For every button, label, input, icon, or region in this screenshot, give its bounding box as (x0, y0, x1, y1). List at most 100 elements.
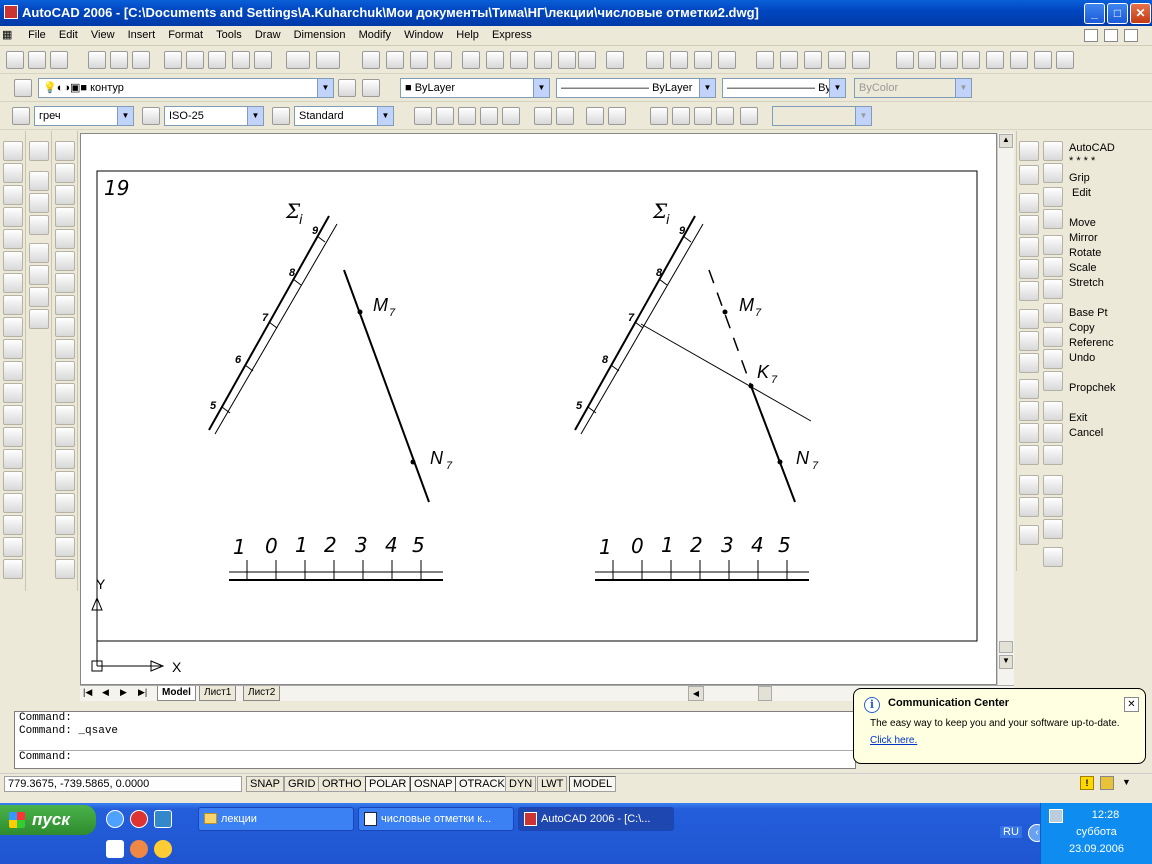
doc-minimize-button[interactable] (1084, 29, 1098, 42)
dim-arc-icon[interactable] (1043, 187, 1063, 207)
gradient-icon[interactable] (3, 471, 23, 491)
menu-file[interactable]: File (23, 26, 51, 45)
menu-modify[interactable]: Modify (354, 26, 396, 45)
justify-text-icon[interactable] (1034, 51, 1052, 69)
tab-last-icon[interactable]: ▶| (138, 687, 147, 698)
tab-first-icon[interactable]: |◀ (83, 687, 92, 698)
arc-icon[interactable] (3, 251, 23, 271)
model-toggle[interactable]: MODEL (569, 776, 617, 792)
dim-text-edit-icon[interactable] (1043, 497, 1063, 517)
maximize-button[interactable]: □ (1107, 3, 1128, 24)
panel-propchek[interactable]: Propchek (1069, 382, 1115, 394)
draworder-icon[interactable] (29, 141, 49, 161)
snap-node-icon[interactable] (1019, 445, 1039, 465)
rotate-icon[interactable] (55, 273, 75, 293)
snap-none-icon[interactable] (1019, 497, 1039, 517)
minimize-button[interactable]: _ (1084, 3, 1105, 24)
doc-restore-button[interactable] (1104, 29, 1118, 42)
cut-icon[interactable] (164, 51, 182, 69)
panel-exit[interactable]: Exit (1069, 412, 1087, 424)
scroll-thumb[interactable] (999, 641, 1013, 653)
construction-line-icon[interactable] (3, 163, 23, 183)
zoom-object-icon[interactable] (502, 107, 520, 125)
panel-referenc[interactable]: Referenc (1069, 337, 1114, 349)
snap-midpoint-icon[interactable] (1019, 215, 1039, 235)
panel-mirror[interactable]: Mirror (1069, 232, 1098, 244)
snap-extension-icon[interactable] (1019, 281, 1039, 301)
table-style-select[interactable]: Standard ▼ (294, 106, 394, 126)
scroll-left-icon[interactable]: ◀ (688, 686, 704, 701)
menu-format[interactable]: Format (163, 26, 208, 45)
osnap-settings-icon[interactable] (1019, 525, 1039, 545)
temp-track-icon[interactable] (1019, 141, 1039, 161)
panel-rotate[interactable]: Rotate (1069, 247, 1101, 259)
stretch-icon[interactable] (55, 317, 75, 337)
task-folder[interactable]: лекции (198, 807, 354, 831)
dim-angular-icon[interactable] (1043, 303, 1063, 323)
snap-perpendicular-icon[interactable] (1019, 379, 1039, 399)
mtext-icon[interactable] (3, 559, 23, 579)
express-icon-1[interactable] (756, 51, 774, 69)
copy-icon[interactable] (186, 51, 204, 69)
panel-scale[interactable]: Scale (1069, 262, 1097, 274)
network-icon[interactable] (1049, 809, 1063, 823)
snap-center-icon[interactable] (1019, 309, 1039, 329)
offset-icon[interactable] (55, 207, 75, 227)
tab-prev-icon[interactable]: ◀ (102, 687, 109, 698)
menu-tools[interactable]: Tools (211, 26, 247, 45)
warning-icon[interactable]: ! (1080, 776, 1094, 790)
properties-edit-icon-6[interactable] (29, 287, 49, 307)
match-properties-icon[interactable] (232, 51, 250, 69)
dyn-toggle[interactable]: DYN (505, 776, 537, 792)
grid-toggle[interactable]: GRID (284, 776, 320, 792)
new-icon[interactable] (6, 51, 24, 69)
zoom-in-icon[interactable] (534, 107, 552, 125)
redo-icon[interactable] (316, 51, 340, 69)
zoom-center-icon[interactable] (480, 107, 498, 125)
spline-icon[interactable] (3, 317, 23, 337)
mirror-icon[interactable] (55, 185, 75, 205)
move-icon[interactable] (55, 251, 75, 271)
panel-copy[interactable]: Copy (1069, 322, 1095, 334)
snap-endpoint-icon[interactable] (1019, 193, 1039, 213)
zoom-scale-icon[interactable] (458, 107, 476, 125)
snap-tangent-icon[interactable] (1019, 353, 1039, 373)
drawing-canvas[interactable]: 19 Σ i 9 8 7 6 5 M 7 N 7 Σ i 9 8 7 8 5 M… (80, 133, 997, 685)
layer-manager-icon[interactable] (14, 79, 32, 97)
balloon-link[interactable]: Click here. (870, 735, 1135, 746)
rectangle-icon[interactable] (3, 229, 23, 249)
osnap-toggle[interactable]: OSNAP (410, 776, 457, 792)
properties-edit-icon-5[interactable] (29, 265, 49, 285)
convert-space-icon[interactable] (1056, 51, 1074, 69)
make-current-icon[interactable] (338, 79, 356, 97)
menu-draw[interactable]: Draw (250, 26, 286, 45)
leader-icon[interactable] (1043, 401, 1063, 421)
properties-edit-icon-1[interactable] (29, 171, 49, 191)
design-center-icon[interactable] (486, 51, 504, 69)
menu-express[interactable]: Express (487, 26, 537, 45)
quicklaunch-icon-5[interactable] (130, 840, 148, 858)
zoom-out-icon[interactable] (556, 107, 574, 125)
menu-insert[interactable]: Insert (123, 26, 161, 45)
autocad-app-icon[interactable] (4, 5, 18, 19)
zoom-dynamic-icon[interactable] (436, 107, 454, 125)
scale-icon[interactable] (55, 295, 75, 315)
express-icon-3[interactable] (804, 51, 822, 69)
scroll-up-icon[interactable]: ▲ (999, 134, 1013, 148)
markup-icon[interactable] (558, 51, 576, 69)
zoom-previous-icon[interactable] (434, 51, 452, 69)
array-icon[interactable] (55, 229, 75, 249)
menu-window[interactable]: Window (399, 26, 448, 45)
dim-style-icon[interactable] (1043, 547, 1063, 567)
snap-nearest-icon[interactable] (1019, 475, 1039, 495)
layers-icon-3[interactable] (694, 51, 712, 69)
explode-icon[interactable] (55, 493, 75, 513)
open-icon[interactable] (28, 51, 46, 69)
polar-toggle[interactable]: POLAR (365, 776, 411, 792)
circle-icon[interactable] (3, 273, 23, 293)
express-icon-4[interactable] (828, 51, 846, 69)
menu-view[interactable]: View (86, 26, 120, 45)
quicklaunch-icon-4[interactable] (106, 840, 124, 858)
language-indicator[interactable]: RU (1000, 826, 1022, 838)
command-line-input[interactable]: Command: (19, 750, 855, 764)
